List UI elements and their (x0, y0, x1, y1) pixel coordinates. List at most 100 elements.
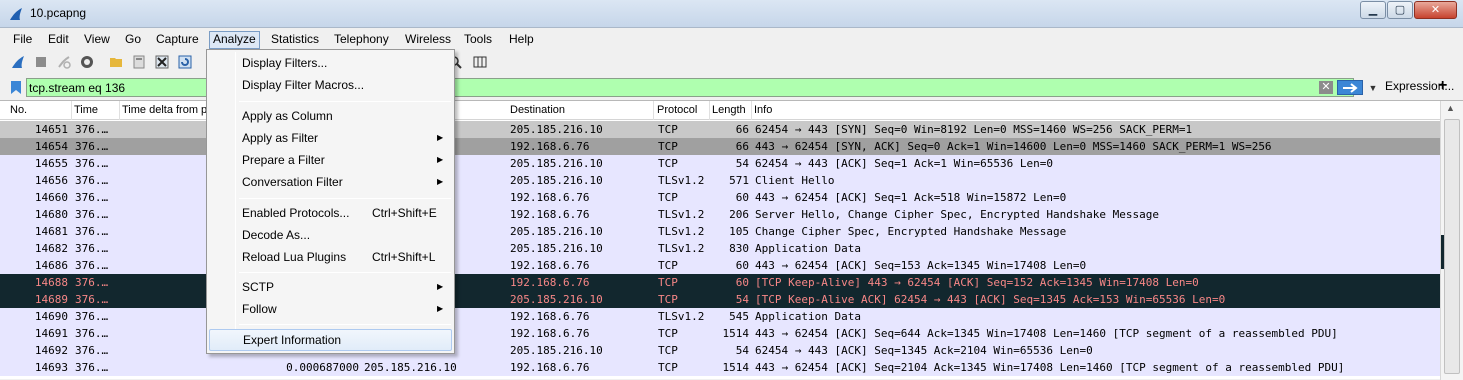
close-button[interactable]: ✕ (1414, 1, 1457, 19)
scrollbar-thumb[interactable] (1444, 119, 1460, 374)
menu-item-shortcut: Ctrl+Shift+E (372, 206, 437, 220)
menu-separator (239, 272, 451, 273)
column-header-length[interactable]: Length (710, 101, 752, 120)
menu-item-conversation-filter[interactable]: Conversation Filter ▶ (209, 171, 452, 193)
menu-telephony[interactable]: Telephony (331, 31, 392, 49)
packet-number: 14681 (34, 225, 68, 238)
open-file-icon[interactable] (108, 54, 124, 70)
packet-row[interactable]: 14693 376.… 0.000687000 205.185.216.10 192.1… (0, 359, 1440, 376)
add-filter-button[interactable]: + (1438, 77, 1447, 95)
column-header-protocol[interactable]: Protocol (655, 101, 710, 120)
menu-item-enabled-protocols[interactable]: Enabled Protocols... Ctrl+Shift+E (209, 202, 452, 224)
packet-length: 105 (729, 225, 749, 238)
wireshark-fin-icon (10, 8, 22, 20)
packet-length: 1514 (722, 361, 750, 374)
menu-item-display-filters[interactable]: Display Filters... (209, 52, 452, 74)
packet-destination: 205.185.216.10 (510, 293, 603, 306)
menu-item-sctp[interactable]: SCTP ▶ (209, 276, 452, 298)
packet-number: 14656 (34, 174, 68, 187)
menu-go[interactable]: Go (122, 31, 144, 49)
menu-edit[interactable]: Edit (45, 31, 72, 49)
packet-info: 62454 → 443 [ACK] Seq=1 Ack=1 Win=65536 … (755, 157, 1054, 170)
menu-tools[interactable]: Tools (461, 31, 495, 49)
packet-length: 206 (729, 208, 749, 221)
packet-length: 60 (735, 276, 749, 289)
menu-item-expert-information[interactable]: Expert Information (209, 329, 452, 351)
menu-statistics[interactable]: Statistics (268, 31, 322, 49)
packet-info: Application Data (755, 310, 861, 323)
filter-bookmark-icon[interactable] (10, 80, 22, 95)
menu-analyze[interactable]: Analyze (209, 31, 260, 49)
vertical-scrollbar[interactable]: ▲ (1440, 101, 1463, 380)
menu-file[interactable]: File (10, 31, 35, 49)
packet-number: 14686 (34, 259, 68, 272)
filter-history-dropdown[interactable]: ▼ (1367, 82, 1379, 94)
capture-options-icon[interactable] (79, 54, 95, 70)
menu-view[interactable]: View (81, 31, 113, 49)
menu-item-shortcut: Ctrl+Shift+L (372, 250, 436, 264)
menu-separator (239, 324, 451, 325)
packet-protocol: TLSv1.2 (658, 225, 705, 238)
title-bar: 10.pcapng ▁ ▢ ✕ (0, 0, 1463, 28)
packet-destination: 192.168.6.76 (510, 191, 590, 204)
menu-item-prepare-a-filter[interactable]: Prepare a Filter ▶ (209, 149, 452, 171)
submenu-arrow-icon: ▶ (437, 282, 444, 291)
packet-protocol: TCP (658, 191, 678, 204)
menu-item-label: Display Filter Macros... (242, 78, 365, 92)
packet-info: 62454 → 443 [SYN] Seq=0 Win=8192 Len=0 M… (755, 123, 1193, 136)
packet-info: Client Hello (755, 174, 835, 187)
packet-length: 60 (735, 191, 749, 204)
clear-filter-icon[interactable]: ✕ (1319, 81, 1333, 94)
packet-time: 376.… (75, 191, 109, 204)
packet-protocol: TCP (658, 276, 678, 289)
packet-protocol: TCP (658, 361, 678, 374)
save-file-icon[interactable] (131, 54, 147, 70)
packet-length: 830 (729, 242, 749, 255)
column-header-time[interactable]: Time (72, 101, 120, 120)
packet-protocol: TLSv1.2 (658, 208, 705, 221)
packet-time: 376.… (75, 208, 109, 221)
packet-protocol: TCP (658, 259, 678, 272)
menu-wireless[interactable]: Wireless (402, 31, 454, 49)
column-header-no[interactable]: No. (8, 101, 72, 120)
column-header-info[interactable]: Info (752, 101, 1440, 120)
start-capture-icon[interactable] (10, 54, 26, 70)
menu-item-apply-as-filter[interactable]: Apply as Filter ▶ (209, 127, 452, 149)
packet-info: Server Hello, Change Cipher Spec, Encryp… (755, 208, 1159, 221)
column-header-destination[interactable]: Destination (508, 101, 654, 120)
resize-columns-icon[interactable] (472, 54, 488, 70)
stop-capture-icon[interactable] (33, 54, 49, 70)
menu-help[interactable]: Help (506, 31, 537, 49)
menu-item-label: Follow (242, 302, 277, 316)
restart-capture-icon[interactable] (56, 54, 72, 70)
close-file-icon[interactable] (154, 54, 170, 70)
menu-item-decode-as[interactable]: Decode As... (209, 224, 452, 246)
packet-protocol: TLSv1.2 (658, 242, 705, 255)
packet-protocol: TCP (658, 293, 678, 306)
menu-item-display-filter-macros[interactable]: Display Filter Macros... (209, 74, 452, 96)
menu-item-follow[interactable]: Follow ▶ (209, 298, 452, 320)
packet-length: 66 (735, 140, 749, 153)
packet-length: 66 (735, 123, 749, 136)
menu-item-reload-lua-plugins[interactable]: Reload Lua Plugins Ctrl+Shift+L (209, 246, 452, 268)
packet-time: 376.… (75, 123, 109, 136)
packet-protocol: TCP (658, 344, 678, 357)
display-filter-text[interactable]: tcp.stream eq 136 (29, 80, 125, 96)
menu-capture[interactable]: Capture (153, 31, 202, 49)
scroll-up-icon[interactable]: ▲ (1446, 103, 1455, 113)
minimize-button[interactable]: ▁ (1360, 1, 1386, 19)
packet-protocol: TCP (658, 123, 678, 136)
reload-file-icon[interactable] (177, 54, 193, 70)
maximize-button[interactable]: ▢ (1387, 1, 1413, 19)
packet-length: 60 (735, 259, 749, 272)
packet-number: 14680 (34, 208, 68, 221)
menu-item-label: Reload Lua Plugins (242, 250, 347, 264)
packet-length: 54 (735, 157, 749, 170)
packet-time: 376.… (75, 174, 109, 187)
packet-time: 376.… (75, 361, 109, 374)
menu-item-apply-as-column[interactable]: Apply as Column (209, 105, 452, 127)
packet-info: [TCP Keep-Alive ACK] 62454 → 443 [ACK] S… (755, 293, 1226, 306)
menu-item-label: Display Filters... (242, 56, 328, 70)
packet-info: Change Cipher Spec, Encrypted Handshake … (755, 225, 1067, 238)
apply-filter-button[interactable] (1337, 80, 1363, 95)
